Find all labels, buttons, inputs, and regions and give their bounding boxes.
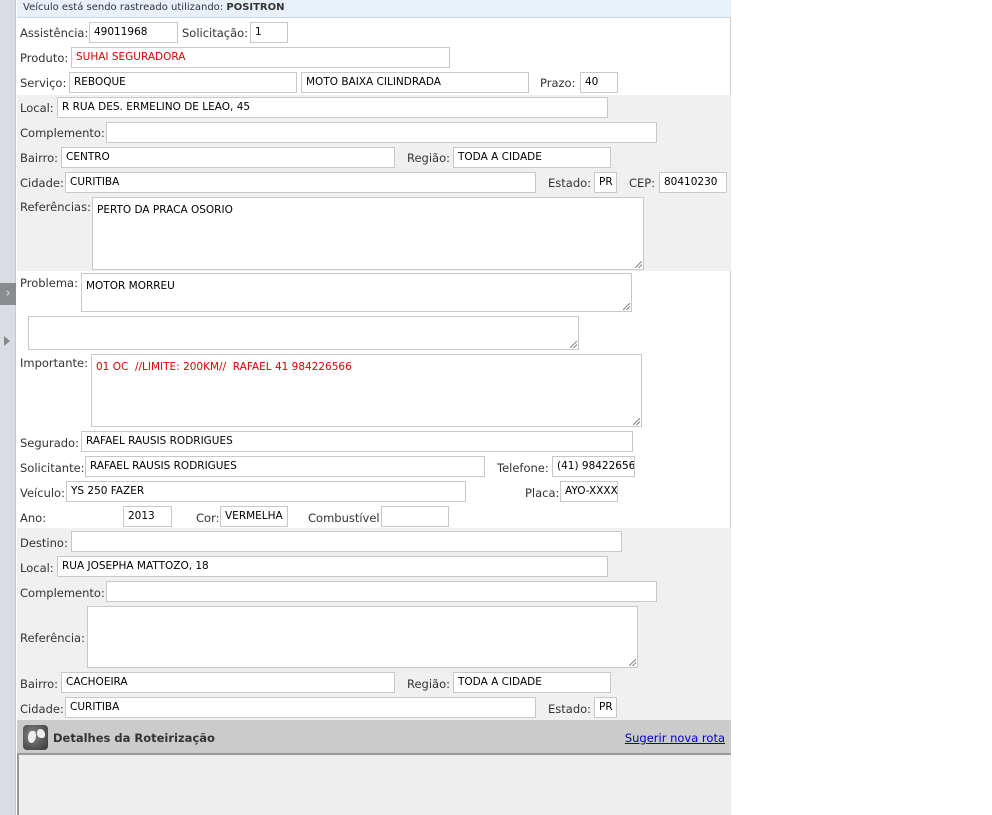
estado-input[interactable]: PR bbox=[594, 172, 617, 193]
prazo-label: Prazo: bbox=[540, 76, 576, 90]
destino-label: Destino: bbox=[20, 536, 68, 550]
destino-estado-input[interactable]: PR bbox=[594, 697, 617, 718]
ano-input[interactable]: 2013 bbox=[123, 506, 172, 527]
globe-icon bbox=[23, 725, 48, 750]
destino-estado-label: Estado: bbox=[548, 702, 592, 716]
assistencia-input[interactable]: 49011968 bbox=[89, 22, 178, 43]
produto-input[interactable]: SUHAI SEGURADORA bbox=[71, 47, 450, 68]
tracking-text: Veículo está sendo rastreado utilizando: bbox=[23, 2, 224, 13]
importante-label: Importante: bbox=[20, 356, 88, 370]
problema-extra-textarea[interactable] bbox=[28, 316, 579, 350]
destino-referencia-label: Referência: bbox=[20, 631, 85, 645]
estado-label: Estado: bbox=[548, 176, 592, 190]
assistencia-label: Assistência: bbox=[20, 26, 89, 40]
service-form: Veículo está sendo rastreado utilizando:… bbox=[17, 0, 731, 815]
veiculo-label: Veículo: bbox=[20, 486, 65, 500]
destino-cidade-input[interactable]: CURITIBA bbox=[65, 697, 536, 718]
servico-input[interactable]: REBOQUE bbox=[69, 72, 297, 93]
destino-bairro-label: Bairro: bbox=[20, 677, 59, 691]
placa-label: Placa: bbox=[525, 486, 560, 500]
roteirizacao-title: Detalhes da Roteirização bbox=[53, 731, 215, 745]
destino-input[interactable] bbox=[71, 531, 622, 552]
referencias-textarea[interactable]: PERTO DA PRACA OSORIO bbox=[92, 197, 644, 270]
ano-label: Ano: bbox=[20, 511, 47, 525]
route-details-panel bbox=[17, 755, 731, 815]
destino-regiao-label: Região: bbox=[407, 677, 451, 691]
regiao-label: Região: bbox=[407, 151, 451, 165]
complemento-input[interactable] bbox=[106, 122, 657, 143]
segurado-label: Segurado: bbox=[20, 436, 79, 450]
solicitante-input[interactable]: RAFAEL RAUSIS RODRIGUES bbox=[85, 456, 485, 477]
cidade-label: Cidade: bbox=[20, 176, 64, 190]
cor-input[interactable]: VERMELHA bbox=[220, 506, 288, 527]
produto-label: Produto: bbox=[20, 51, 69, 65]
cidade-input[interactable]: CURITIBA bbox=[65, 172, 536, 193]
problema-label: Problema: bbox=[20, 276, 78, 290]
destino-complemento-input[interactable] bbox=[106, 581, 657, 602]
solicitacao-label: Solicitação: bbox=[182, 26, 249, 40]
destino-complemento-label: Complemento: bbox=[20, 586, 105, 600]
tracking-bar: Veículo está sendo rastreado utilizando:… bbox=[17, 0, 731, 18]
roteirizacao-header: Detalhes da Roteirização Sugerir nova ro… bbox=[17, 720, 731, 755]
cor-label: Cor: bbox=[196, 511, 220, 525]
servico-label: Serviço: bbox=[20, 76, 67, 90]
segurado-input[interactable]: RAFAEL RAUSIS RODRIGUES bbox=[81, 431, 633, 452]
solicitante-label: Solicitante: bbox=[20, 461, 85, 475]
combustivel-input[interactable] bbox=[381, 506, 449, 527]
complemento-label: Complemento: bbox=[20, 126, 105, 140]
triangle-right-icon[interactable] bbox=[4, 336, 10, 346]
servico-subtype-input[interactable]: MOTO BAIXA CILINDRADA bbox=[301, 72, 529, 93]
cep-label: CEP: bbox=[629, 176, 656, 190]
importante-textarea[interactable]: 01 OC //LIMITE: 200KM// RAFAEL 41 984226… bbox=[91, 354, 642, 427]
tracking-provider: POSITRON bbox=[226, 2, 285, 13]
regiao-input[interactable]: TODA A CIDADE bbox=[453, 147, 611, 168]
left-sidebar-strip bbox=[0, 0, 16, 815]
destino-cidade-label: Cidade: bbox=[20, 702, 64, 716]
bairro-input[interactable]: CENTRO bbox=[61, 147, 395, 168]
cep-input[interactable]: 80410230 bbox=[659, 172, 727, 193]
local-label: Local: bbox=[20, 101, 54, 115]
destino-referencia-textarea[interactable] bbox=[87, 606, 638, 668]
destino-local-label: Local: bbox=[20, 561, 54, 575]
placa-input[interactable]: AYO-XXXX bbox=[560, 481, 618, 502]
telefone-input[interactable]: (41) 984226566 bbox=[552, 456, 635, 477]
chevron-right-icon: › bbox=[5, 286, 11, 301]
telefone-label: Telefone: bbox=[497, 461, 549, 475]
destino-local-input[interactable]: RUA JOSEPHA MATTOZO, 18 bbox=[57, 556, 608, 577]
solicitacao-input[interactable]: 1 bbox=[250, 22, 288, 43]
problema-textarea[interactable]: MOTOR MORREU bbox=[81, 273, 632, 312]
prazo-input[interactable]: 40 bbox=[580, 72, 618, 93]
suggest-route-link[interactable]: Sugerir nova rota bbox=[625, 731, 725, 745]
veiculo-input[interactable]: YS 250 FAZER bbox=[66, 481, 466, 502]
combustivel-label: Combustível: bbox=[308, 511, 384, 525]
destino-bairro-input[interactable]: CACHOEIRA bbox=[61, 672, 395, 693]
destino-regiao-input[interactable]: TODA A CIDADE bbox=[453, 672, 611, 693]
expand-panel-button[interactable]: › bbox=[0, 283, 16, 305]
local-input[interactable]: R RUA DES. ERMELINO DE LEAO, 45 bbox=[57, 97, 608, 118]
referencias-label: Referências: bbox=[20, 200, 91, 214]
bairro-label: Bairro: bbox=[20, 151, 59, 165]
